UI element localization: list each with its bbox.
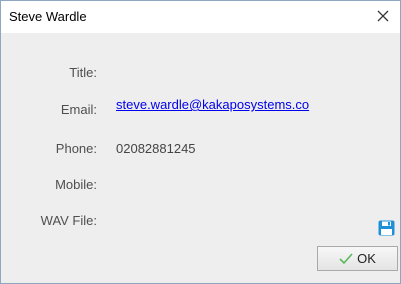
email-label: Email: — [60, 102, 97, 117]
contact-dialog: Steve Wardle Title: Email: steve.wardle@… — [0, 0, 401, 284]
phone-label: Phone: — [55, 141, 97, 156]
ok-button[interactable]: OK — [317, 246, 398, 271]
phone-value: 02082881245 — [116, 141, 196, 156]
checkmark-icon — [339, 252, 353, 264]
wav-file-label: WAV File: — [40, 213, 97, 228]
title-bar: Steve Wardle — [1, 1, 400, 33]
title-label: Title: — [69, 65, 97, 80]
window-title: Steve Wardle — [9, 9, 87, 24]
ok-button-label: OK — [357, 251, 376, 266]
close-button[interactable] — [372, 5, 394, 27]
mobile-label: Mobile: — [55, 177, 97, 192]
save-button[interactable] — [378, 220, 395, 236]
floppy-disk-icon — [378, 220, 395, 236]
close-icon — [377, 10, 389, 22]
email-link[interactable]: steve.wardle@kakaposystems.co — [116, 97, 309, 112]
